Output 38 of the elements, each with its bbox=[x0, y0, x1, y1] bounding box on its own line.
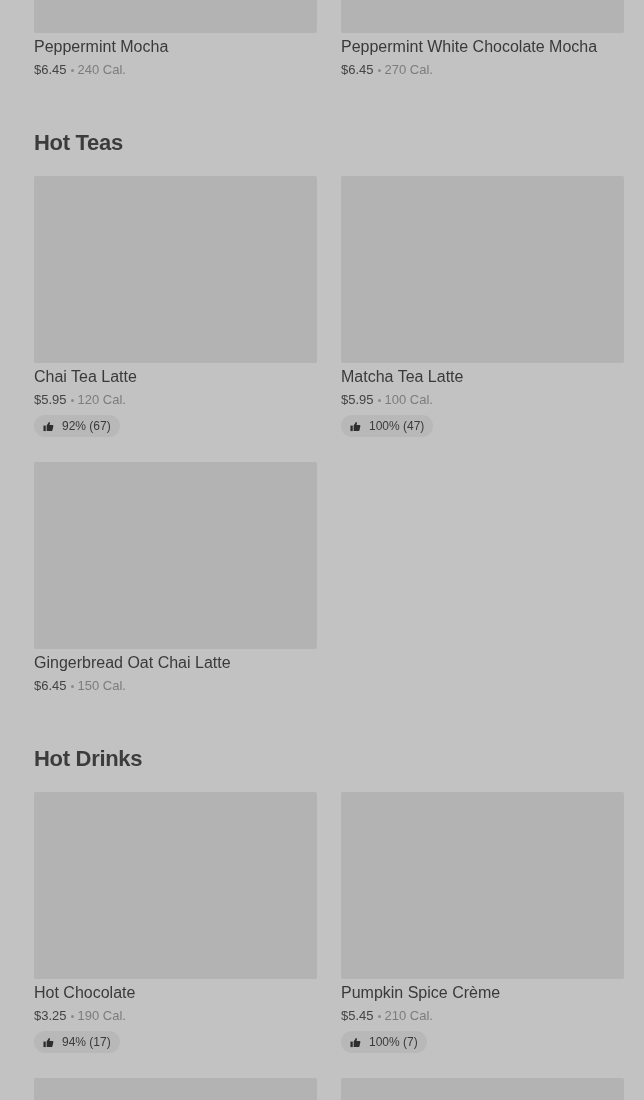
item-calories: 150 Cal. bbox=[77, 677, 126, 695]
item-calories: 210 Cal. bbox=[384, 1007, 433, 1025]
item-name[interactable]: Peppermint Mocha bbox=[34, 37, 169, 57]
item-price: $6.45 bbox=[341, 61, 374, 79]
section-heading: Hot Drinks bbox=[34, 745, 144, 773]
item-calories: 100 Cal. bbox=[384, 391, 433, 409]
separator-dot bbox=[377, 1014, 381, 1018]
item-name[interactable]: Chai Tea Latte bbox=[34, 367, 137, 387]
item-calories: 270 Cal. bbox=[384, 61, 433, 79]
separator-dot bbox=[70, 684, 74, 688]
item-name[interactable]: Pumpkin Spice Crème bbox=[341, 983, 501, 1003]
item-calories: 190 Cal. bbox=[77, 1007, 126, 1025]
thumbs-up-icon bbox=[350, 1036, 361, 1048]
item-name[interactable]: Peppermint White Chocolate Mocha bbox=[341, 37, 598, 57]
rating-badge: 92% (67) bbox=[34, 415, 120, 437]
rating-badge: 94% (17) bbox=[34, 1031, 120, 1053]
item-price: $3.25 bbox=[34, 1007, 67, 1025]
item-price: $5.95 bbox=[341, 391, 374, 409]
rating-badge: 100% (47) bbox=[341, 415, 434, 437]
item-price: $6.45 bbox=[34, 677, 67, 695]
separator-dot bbox=[377, 68, 381, 72]
separator-dot bbox=[70, 398, 74, 402]
item-name[interactable]: Hot Chocolate bbox=[34, 983, 136, 1003]
rating-badge: 100% (7) bbox=[341, 1031, 427, 1053]
item-price: $5.45 bbox=[341, 1007, 374, 1025]
item-price: $6.45 bbox=[34, 61, 67, 79]
item-name[interactable]: Gingerbread Oat Chai Latte bbox=[34, 653, 231, 673]
item-name[interactable]: Matcha Tea Latte bbox=[341, 367, 464, 387]
separator-dot bbox=[70, 1014, 74, 1018]
thumbs-up-icon bbox=[43, 1036, 54, 1048]
item-calories: 240 Cal. bbox=[77, 61, 126, 79]
item-calories: 120 Cal. bbox=[77, 391, 126, 409]
thumbs-up-icon bbox=[350, 420, 361, 432]
thumbs-up-icon bbox=[43, 420, 54, 432]
separator-dot bbox=[377, 398, 381, 402]
separator-dot bbox=[70, 68, 74, 72]
section-heading: Hot Teas bbox=[34, 129, 124, 157]
item-price: $5.95 bbox=[34, 391, 67, 409]
